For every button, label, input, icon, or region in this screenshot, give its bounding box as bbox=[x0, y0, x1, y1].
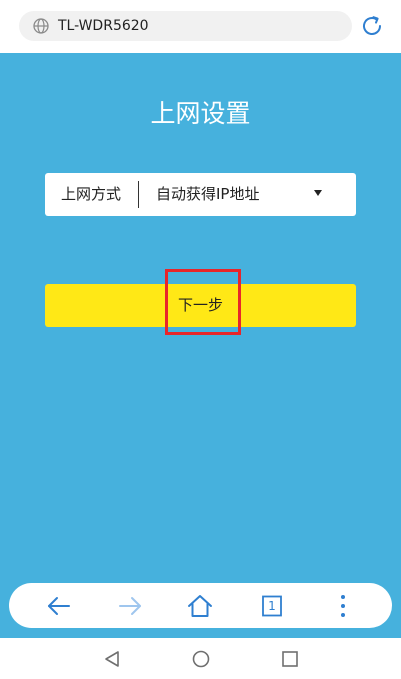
tab-count: 1 bbox=[268, 599, 276, 613]
back-arrow-icon[interactable] bbox=[45, 592, 73, 620]
globe-icon bbox=[33, 18, 49, 34]
url-text: TL-WDR5620 bbox=[58, 18, 149, 34]
page-title: 上网设置 bbox=[150, 99, 251, 128]
connection-type-select[interactable]: 上网方式 自动获得IP地址 bbox=[45, 173, 356, 216]
caret-down-icon bbox=[314, 190, 322, 196]
browser-toolbar: 1 bbox=[9, 583, 392, 628]
connection-type-label: 上网方式 bbox=[61, 185, 122, 203]
recents-square-icon[interactable] bbox=[281, 650, 299, 668]
select-divider bbox=[138, 181, 139, 208]
refresh-icon[interactable] bbox=[360, 14, 384, 38]
url-bar[interactable]: TL-WDR5620 bbox=[19, 11, 352, 41]
more-icon[interactable] bbox=[329, 592, 357, 620]
next-step-label: 下一步 bbox=[177, 297, 223, 314]
system-nav-bar bbox=[0, 638, 401, 679]
back-triangle-icon[interactable] bbox=[103, 650, 121, 668]
connection-type-value: 自动获得IP地址 bbox=[156, 185, 260, 203]
tabs-button[interactable]: 1 bbox=[258, 592, 286, 620]
home-icon[interactable] bbox=[186, 592, 214, 620]
next-step-button[interactable]: 下一步 bbox=[45, 284, 356, 327]
setup-page: 上网设置 上网方式 自动获得IP地址 下一步 bbox=[0, 53, 401, 638]
home-circle-icon[interactable] bbox=[192, 650, 210, 668]
browser-address-bar: TL-WDR5620 bbox=[0, 0, 401, 53]
forward-arrow-icon[interactable] bbox=[116, 592, 144, 620]
